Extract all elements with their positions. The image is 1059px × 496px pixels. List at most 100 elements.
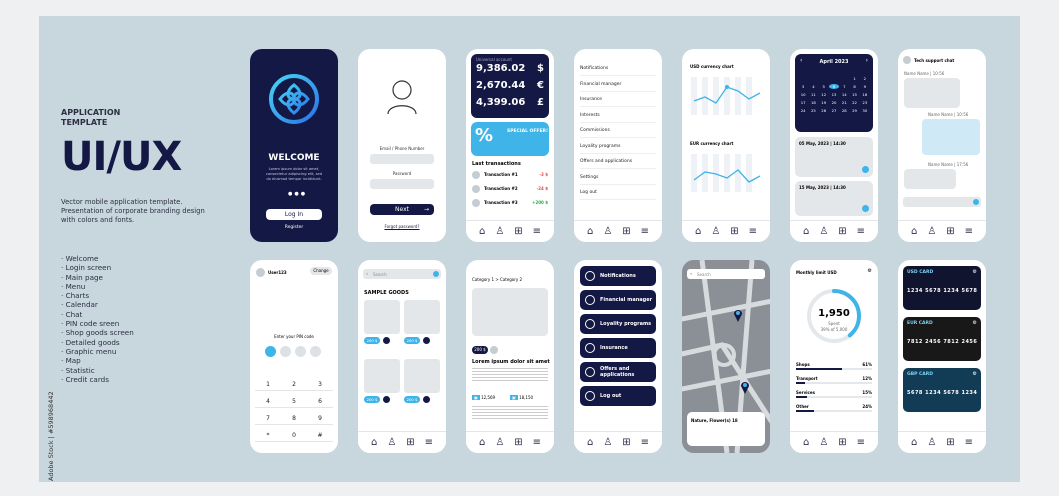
- product-thumbnail[interactable]: [404, 300, 440, 334]
- transaction-name[interactable]: Transaction #1: [484, 172, 518, 177]
- search-input[interactable]: ⌕ Search: [687, 269, 765, 279]
- calendar-day[interactable]: 19: [819, 100, 829, 105]
- graphic-menu-item[interactable]: Loyality programs: [580, 314, 656, 334]
- menu-icon[interactable]: ≡: [425, 437, 433, 448]
- menu-icon[interactable]: ≡: [965, 437, 973, 448]
- calendar-day[interactable]: 14: [839, 92, 849, 97]
- plus-icon[interactable]: ⊞: [622, 226, 630, 237]
- calendar-day[interactable]: 20: [829, 100, 839, 105]
- calendar-day[interactable]: 26: [819, 108, 829, 113]
- menu-icon[interactable]: ≡: [749, 226, 757, 237]
- keypad-key[interactable]: 1: [255, 378, 281, 391]
- graphic-menu-item[interactable]: Log out: [580, 386, 656, 406]
- keypad-key[interactable]: #: [307, 429, 333, 442]
- plus-icon[interactable]: ⊞: [514, 437, 522, 448]
- calendar-day[interactable]: 5: [819, 84, 829, 89]
- plus-icon[interactable]: ⊞: [406, 437, 414, 448]
- keypad-key[interactable]: 5: [281, 395, 307, 408]
- product-thumbnail[interactable]: [404, 359, 440, 393]
- plus-icon[interactable]: ⊞: [838, 226, 846, 237]
- keypad-key[interactable]: 6: [307, 395, 333, 408]
- graphic-menu-item[interactable]: Insurance: [580, 338, 656, 358]
- menu-icon[interactable]: ≡: [533, 226, 541, 237]
- calendar-day[interactable]: 8: [849, 84, 859, 89]
- event-card[interactable]: 15 May, 2023 | 14:30: [795, 181, 873, 216]
- transaction-name[interactable]: Transaction #2: [484, 186, 518, 191]
- home-icon[interactable]: ⌂: [479, 437, 485, 448]
- credit-card[interactable]: EUR CARD ⚙ 7812 2456 7812 2456: [903, 317, 981, 361]
- filter-icon[interactable]: [433, 271, 439, 277]
- plus-icon[interactable]: ⊞: [946, 226, 954, 237]
- menu-icon[interactable]: ≡: [857, 437, 865, 448]
- message-input[interactable]: [903, 197, 981, 207]
- calendar-day[interactable]: 12: [819, 92, 829, 97]
- calendar-day[interactable]: 1: [849, 76, 859, 81]
- calendar-day[interactable]: 7: [839, 84, 849, 89]
- map-pin-icon[interactable]: [740, 380, 750, 394]
- menu-item[interactable]: Insurance: [580, 97, 656, 107]
- graphic-menu-item[interactable]: Offers and applications: [580, 362, 656, 382]
- user-icon[interactable]: ♙: [603, 437, 612, 448]
- home-icon[interactable]: ⌂: [695, 226, 701, 237]
- keypad-key[interactable]: 7: [255, 412, 281, 425]
- plus-icon[interactable]: ⊞: [514, 226, 522, 237]
- calendar-day[interactable]: 29: [849, 108, 859, 113]
- map-pin-icon[interactable]: [733, 308, 743, 322]
- change-button[interactable]: Change: [310, 267, 332, 275]
- cart-icon[interactable]: [383, 396, 390, 403]
- keypad-key[interactable]: 8: [281, 412, 307, 425]
- home-icon[interactable]: ⌂: [587, 437, 593, 448]
- register-link[interactable]: Register: [250, 225, 338, 230]
- place-card[interactable]: Nature, Flower(s) 18: [687, 412, 765, 446]
- credit-card[interactable]: USD CARD ⚙ 1234 5678 1234 5678: [903, 266, 981, 310]
- plus-icon[interactable]: ⊞: [946, 437, 954, 448]
- cart-icon[interactable]: [423, 396, 430, 403]
- settings-icon[interactable]: ⚙: [868, 268, 872, 274]
- user-icon[interactable]: ♙: [495, 226, 504, 237]
- home-icon[interactable]: ⌂: [911, 437, 917, 448]
- password-field[interactable]: [370, 179, 434, 189]
- user-icon[interactable]: ♙: [603, 226, 612, 237]
- calendar-day[interactable]: 9: [860, 84, 870, 89]
- menu-icon[interactable]: ≡: [965, 226, 973, 237]
- menu-icon[interactable]: ≡: [533, 437, 541, 448]
- cart-icon[interactable]: [423, 337, 430, 344]
- credit-card[interactable]: GBP CARD ⚙ 5678 1234 5678 1234: [903, 368, 981, 412]
- home-icon[interactable]: ⌂: [587, 226, 593, 237]
- offer-banner[interactable]: % SPECIAL OFFER!: [471, 122, 549, 156]
- calendar-day[interactable]: 10: [798, 92, 808, 97]
- calendar-day[interactable]: 24: [798, 108, 808, 113]
- transaction-name[interactable]: Transaction #3: [484, 200, 518, 205]
- plus-icon[interactable]: ⊞: [838, 437, 846, 448]
- event-card[interactable]: 05 May, 2023 | 14:30: [795, 137, 873, 177]
- product-thumbnail[interactable]: [364, 359, 400, 393]
- card-settings-icon[interactable]: ⚙: [973, 320, 977, 326]
- user-icon[interactable]: ♙: [711, 226, 720, 237]
- graphic-menu-item[interactable]: Notifications: [580, 266, 656, 286]
- calendar-day[interactable]: 23: [860, 100, 870, 105]
- calendar-day[interactable]: 15: [849, 92, 859, 97]
- calendar-day[interactable]: 11: [808, 92, 818, 97]
- calendar-day[interactable]: 3: [798, 84, 808, 89]
- menu-item[interactable]: Loyality programs: [580, 144, 656, 154]
- menu-item[interactable]: Offers and applications: [580, 159, 656, 169]
- home-icon[interactable]: ⌂: [371, 437, 377, 448]
- calendar-day[interactable]: 4: [808, 84, 818, 89]
- home-icon[interactable]: ⌂: [479, 226, 485, 237]
- menu-item[interactable]: Notifications: [580, 66, 656, 76]
- home-icon[interactable]: ⌂: [803, 226, 809, 237]
- plus-icon[interactable]: ⊞: [730, 226, 738, 237]
- search-input[interactable]: ⌕ Search: [363, 269, 441, 279]
- keypad-key[interactable]: 9: [307, 412, 333, 425]
- card-settings-icon[interactable]: ⚙: [973, 269, 977, 275]
- menu-item[interactable]: Interests: [580, 113, 656, 123]
- calendar-day[interactable]: 13: [829, 92, 839, 97]
- calendar-day[interactable]: 17: [798, 100, 808, 105]
- user-icon[interactable]: ♙: [819, 437, 828, 448]
- cart-icon[interactable]: [383, 337, 390, 344]
- home-icon[interactable]: ⌂: [803, 437, 809, 448]
- user-icon[interactable]: ♙: [819, 226, 828, 237]
- calendar-day[interactable]: 27: [829, 108, 839, 113]
- user-icon[interactable]: ♙: [927, 437, 936, 448]
- forgot-password-link[interactable]: Forgot password?: [358, 224, 446, 229]
